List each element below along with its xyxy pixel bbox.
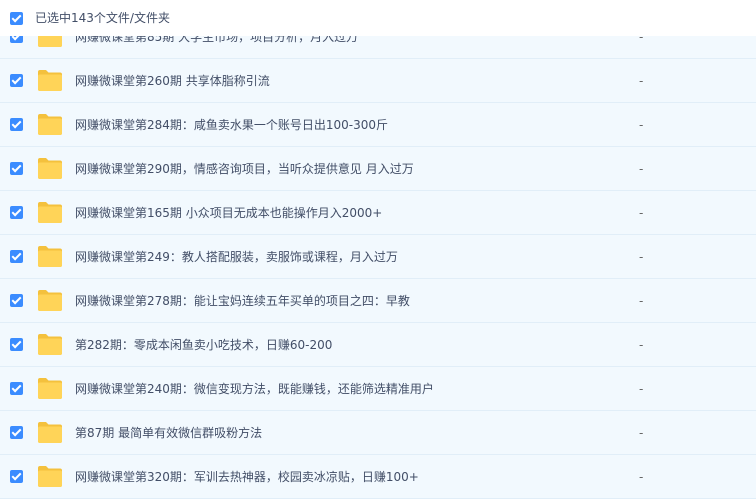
file-size: - (639, 294, 644, 308)
row-checkbox[interactable] (10, 162, 23, 175)
selection-header: 已选中143个文件/文件夹 (0, 0, 756, 36)
file-size: - (639, 162, 644, 176)
checkmark-icon (11, 470, 22, 481)
row-checkbox[interactable] (10, 250, 23, 263)
file-row[interactable]: 网赚微课堂第165期 小众项目无成本也能操作月入2000+ - (0, 191, 756, 235)
checkmark-icon (11, 118, 22, 129)
file-row[interactable]: 网赚微课堂第320期：军训去热神器，校园卖冰凉贴，日赚100+ - (0, 455, 756, 499)
file-name-link[interactable]: 网赚微课堂第165期 小众项目无成本也能操作月入2000+ (75, 191, 382, 235)
file-row[interactable]: 网赚微课堂第240期：微信变现方法，既能赚钱，还能筛选精准用户 - (0, 367, 756, 411)
checkmark-icon (11, 12, 22, 22)
checkmark-icon (11, 206, 22, 217)
selection-count-label: 已选中143个文件/文件夹 (35, 11, 170, 25)
file-name-link[interactable]: 网赚微课堂第290期，情感咨询项目，当听众提供意见 月入过万 (75, 147, 414, 191)
row-checkbox[interactable] (10, 294, 23, 307)
file-row[interactable]: 网赚微课堂第290期，情感咨询项目，当听众提供意见 月入过万 - (0, 147, 756, 191)
row-checkbox[interactable] (10, 206, 23, 219)
file-row[interactable]: 网赚微课堂第249：教人搭配服装，卖服饰或课程，月入过万 - (0, 235, 756, 279)
file-size: - (639, 250, 644, 264)
folder-icon (37, 376, 63, 400)
file-name-link[interactable]: 第87期 最简单有效微信群吸粉方法 (75, 411, 262, 455)
file-size: - (639, 426, 644, 440)
checkmark-icon (11, 294, 22, 305)
folder-icon (37, 464, 63, 488)
row-checkbox[interactable] (10, 118, 23, 131)
folder-icon (37, 200, 63, 224)
row-checkbox[interactable] (10, 382, 23, 395)
file-size: - (639, 118, 644, 132)
file-row[interactable]: 第87期 最简单有效微信群吸粉方法 - (0, 411, 756, 455)
folder-icon (37, 156, 63, 180)
select-all-checkbox[interactable] (10, 11, 23, 25)
row-checkbox[interactable] (10, 426, 23, 439)
file-list: 网赚微课堂第85期 大学生市场，项目分析，月入过万 - 网赚微课堂第260期 共享体… (0, 15, 756, 499)
file-row[interactable]: 网赚微课堂第260期 共享体脂称引流 - (0, 59, 756, 103)
file-name-link[interactable]: 网赚微课堂第278期：能让宝妈连续五年买单的项目之四：早教 (75, 279, 410, 323)
file-name-link[interactable]: 网赚微课堂第240期：微信变现方法，既能赚钱，还能筛选精准用户 (75, 367, 434, 411)
file-name-link[interactable]: 第282期：零成本闲鱼卖小吃技术，日赚60-200 (75, 323, 332, 367)
file-size: - (639, 338, 644, 352)
checkmark-icon (11, 338, 22, 349)
folder-icon (37, 112, 63, 136)
file-name-link[interactable]: 网赚微课堂第249：教人搭配服装，卖服饰或课程，月入过万 (75, 235, 398, 279)
file-size: - (639, 74, 644, 88)
checkmark-icon (11, 74, 22, 85)
file-size: - (639, 470, 644, 484)
file-row[interactable]: 网赚微课堂第278期：能让宝妈连续五年买单的项目之四：早教 - (0, 279, 756, 323)
folder-icon (37, 332, 63, 356)
checkmark-icon (11, 162, 22, 173)
file-row[interactable]: 第282期：零成本闲鱼卖小吃技术，日赚60-200 - (0, 323, 756, 367)
file-list-page: 已选中143个文件/文件夹 网赚微课堂第85期 大学生市场，项目分析，月入过万 -… (0, 0, 756, 500)
folder-icon (37, 244, 63, 268)
file-name-link[interactable]: 网赚微课堂第260期 共享体脂称引流 (75, 59, 270, 103)
row-checkbox[interactable] (10, 338, 23, 351)
row-checkbox[interactable] (10, 470, 23, 483)
file-name-link[interactable]: 网赚微课堂第320期：军训去热神器，校园卖冰凉贴，日赚100+ (75, 455, 419, 499)
folder-icon (37, 68, 63, 92)
folder-icon (37, 288, 63, 312)
checkmark-icon (11, 426, 22, 437)
row-checkbox[interactable] (10, 74, 23, 87)
file-row[interactable]: 网赚微课堂第284期：咸鱼卖水果一个账号日出100-300斤 - (0, 103, 756, 147)
file-name-link[interactable]: 网赚微课堂第284期：咸鱼卖水果一个账号日出100-300斤 (75, 103, 388, 147)
file-size: - (639, 206, 644, 220)
file-size: - (639, 382, 644, 396)
folder-icon (37, 420, 63, 444)
checkmark-icon (11, 250, 22, 261)
checkmark-icon (11, 382, 22, 393)
